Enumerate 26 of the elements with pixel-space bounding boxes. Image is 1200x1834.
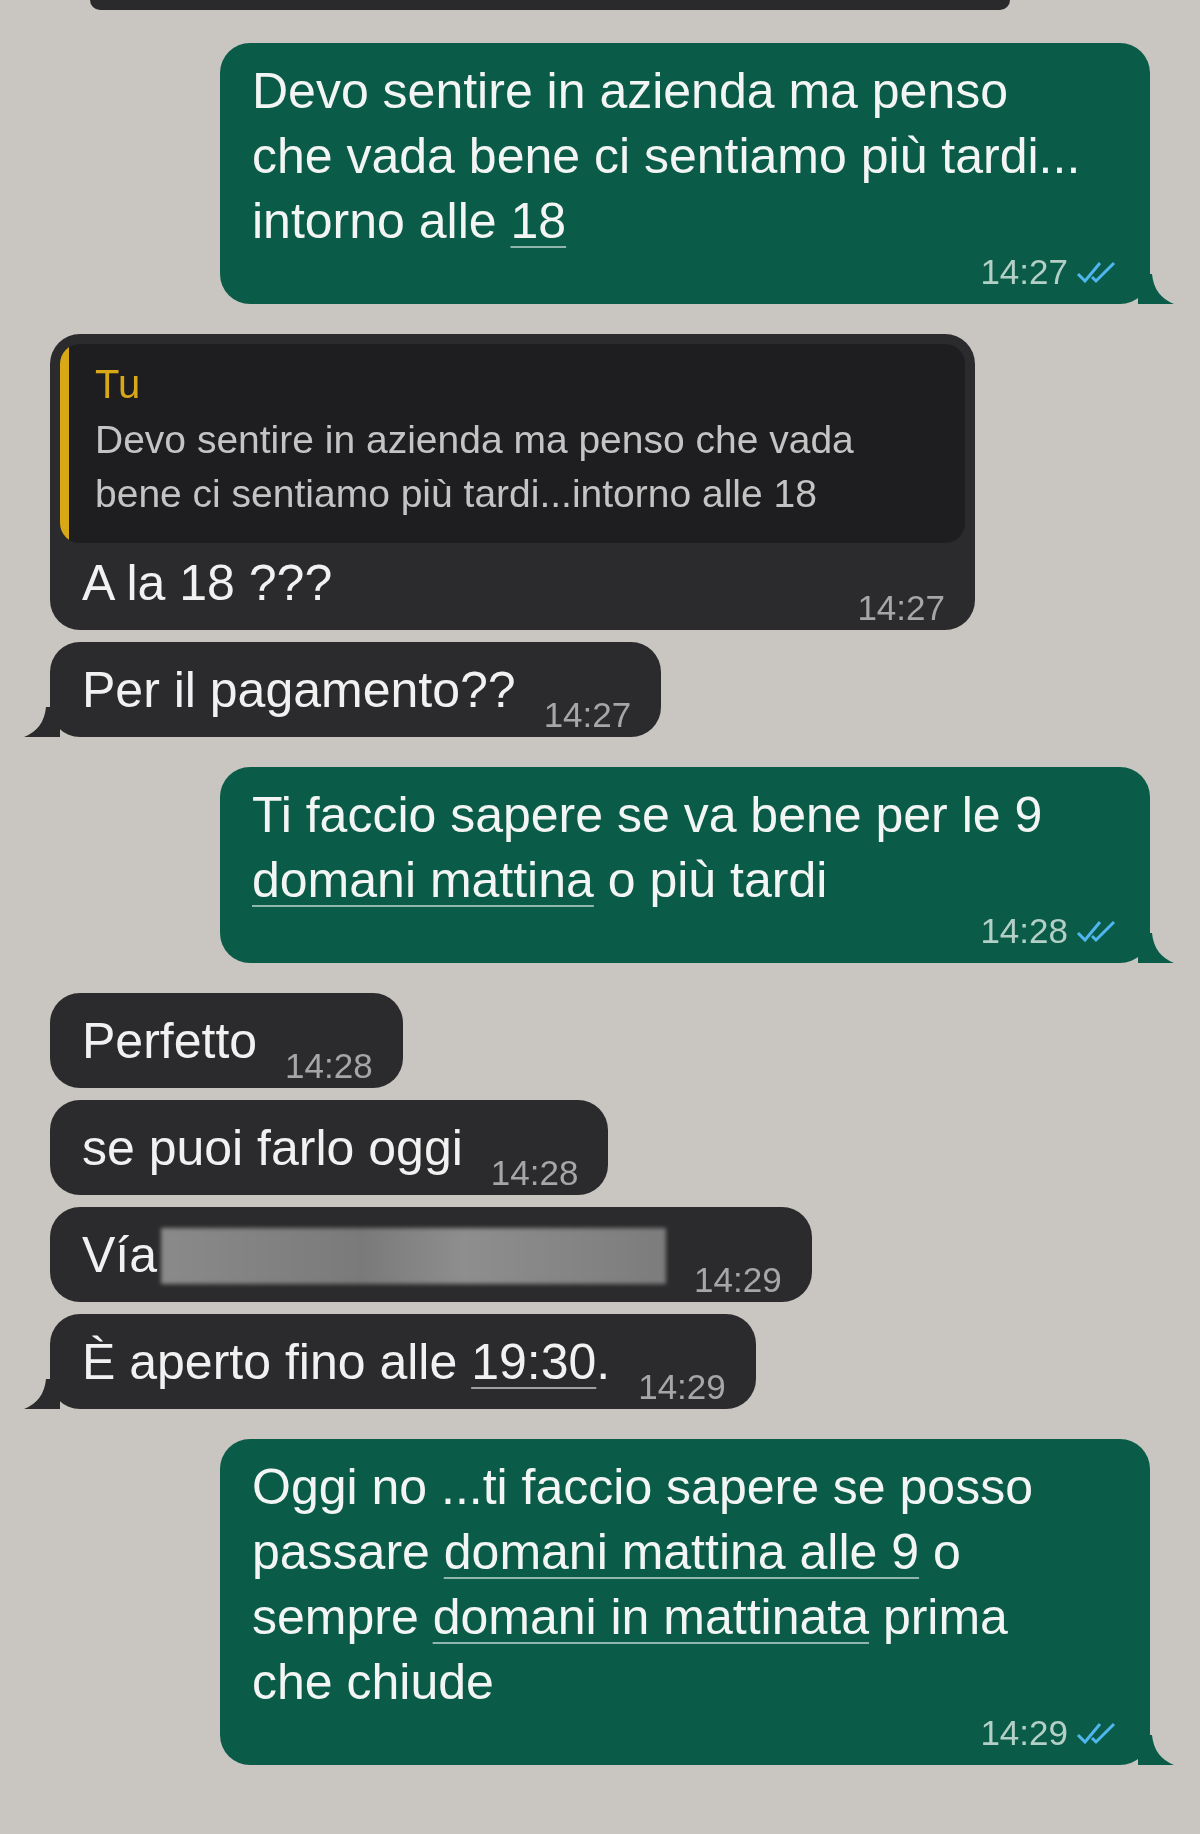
message-text: se puoi farlo oggi: [82, 1119, 463, 1178]
message-text: Per il pagamento??: [82, 661, 516, 720]
message-time: 14:29: [694, 1262, 782, 1298]
message-time: 14:28: [285, 1048, 373, 1084]
text-link[interactable]: domani mattina alle 9: [443, 1524, 920, 1580]
message-text: Devo sentire in azienda ma penso che vada bene ci sentiamo più tardi... intorno alle 18: [252, 62, 1082, 251]
message-text: Ti faccio sapere se va bene per le 9 domani mattina o più tardi: [252, 786, 1044, 910]
message-time: 14:29: [980, 1715, 1068, 1751]
quote-text: Devo sentire in azienda ma penso che vada bene ci sentiamo più tardi...intorno alle 18: [95, 417, 855, 517]
text-link[interactable]: 18: [510, 193, 567, 249]
text-link[interactable]: 19:30: [471, 1334, 597, 1390]
message-time: 14:27: [857, 590, 945, 626]
message-text: Perfetto: [82, 1012, 258, 1071]
message-text: Oggi no ...ti faccio sapere se posso passare domani mattina alle 9 o sempre domani in mattinata prima che chiude: [252, 1458, 1034, 1712]
message-text: Vía: [82, 1226, 158, 1285]
message-time: 14:29: [638, 1369, 726, 1405]
text-link[interactable]: domani in mattinata: [432, 1589, 869, 1645]
message-time: 14:28: [490, 1155, 579, 1191]
quote-author: Tu: [95, 362, 142, 407]
message-time: 14:27: [543, 697, 632, 733]
text-link[interactable]: domani mattina: [252, 852, 594, 908]
message-text: È aperto fino alle 19:30.: [82, 1333, 611, 1392]
message-time: 14:27: [980, 254, 1068, 290]
message-time: 14:28: [980, 913, 1068, 949]
quoted-message[interactable]: Tu Devo sentire in azienda ma penso che vada bene ci sentiamo più tardi...intorno alle 18: [60, 344, 965, 543]
message-text: A la 18 ???: [82, 554, 333, 613]
